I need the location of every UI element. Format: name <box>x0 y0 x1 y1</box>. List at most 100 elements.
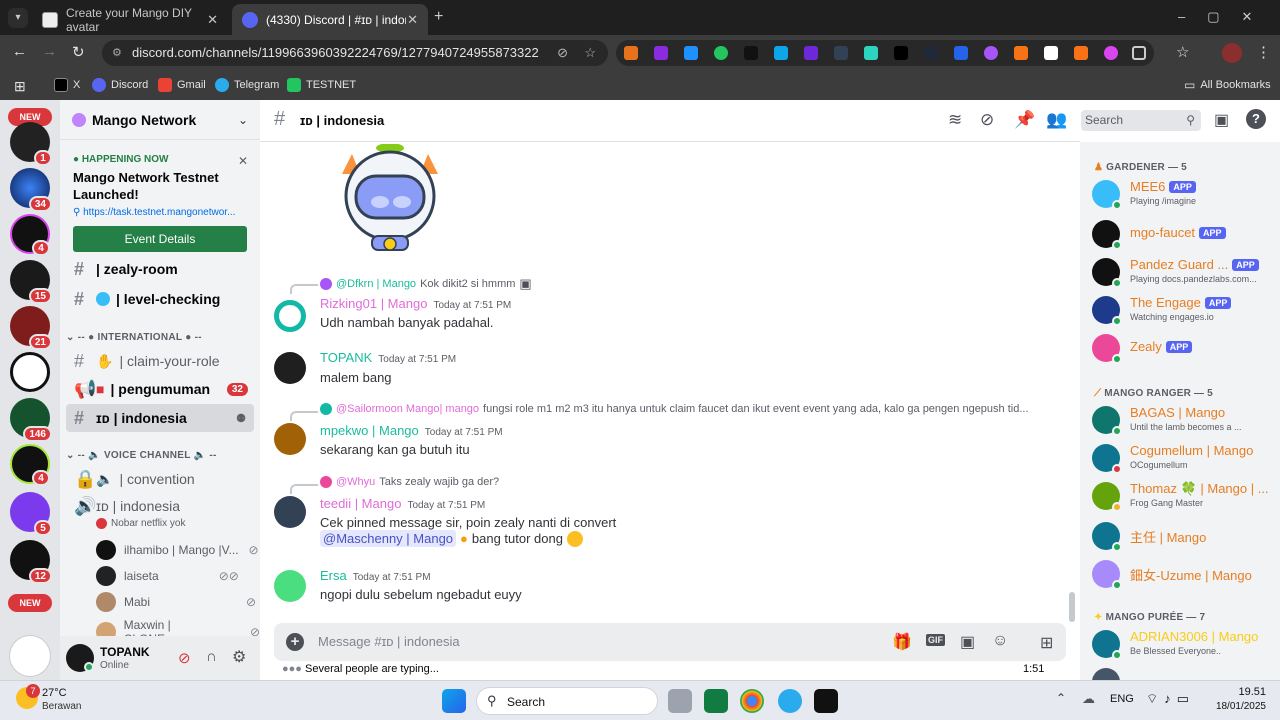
mic-muted-icon[interactable]: ⊘ <box>178 649 191 667</box>
reload-button[interactable]: ↻ <box>72 43 85 61</box>
bookmark-x[interactable]: X <box>54 78 80 92</box>
sticker-icon[interactable]: ▣ <box>960 632 975 652</box>
star-icon[interactable]: ☆ <box>584 40 596 66</box>
server-icon[interactable]: 12 <box>10 540 52 584</box>
voice-user[interactable]: laiseta ⊘⊘ <box>96 566 239 586</box>
member[interactable]: Zealy APP <box>1092 332 1276 368</box>
channel-indonesia-selected[interactable]: # ɪᴅ | indonesia ⚉ <box>66 404 254 432</box>
member[interactable]: Thomaz 🍀 | Mango | ... Frog Gang Master <box>1092 480 1276 516</box>
member[interactable]: ADRIAN3006 | Mango Be Blessed Everyone.. <box>1092 628 1276 664</box>
member[interactable]: Pandez Guard ... APP Playing docs.pandezla… <box>1092 256 1276 292</box>
apps-icon[interactable]: ⊞ <box>14 78 26 95</box>
member[interactable] <box>1092 666 1276 680</box>
system-tray-icons[interactable]: ⌔♪▭ <box>1146 691 1195 707</box>
scrollbar[interactable] <box>1069 592 1075 622</box>
message[interactable]: @Sailormoon Mango| mango fungsi role m1 m… <box>260 403 1060 463</box>
bookmark-discord[interactable]: Discord <box>92 78 148 92</box>
gear-icon[interactable]: ⚙ <box>232 647 246 667</box>
bookmark-star-icon[interactable]: ☆ <box>1176 43 1189 61</box>
member[interactable]: MEE6 APP Playing /imagine <box>1092 178 1276 214</box>
inbox-icon[interactable]: ▣ <box>1214 110 1229 130</box>
chevron-up-icon[interactable]: ⌃ <box>1056 691 1066 705</box>
server-icon[interactable]: 4 <box>10 444 50 486</box>
site-info-icon[interactable]: ⚙ <box>112 40 122 66</box>
member[interactable]: Cogumellum | Mango OCogumellum <box>1092 442 1276 478</box>
channel-claim-your-role[interactable]: # ✋ | claim-your-role <box>66 347 254 375</box>
extension-icon[interactable] <box>834 46 848 60</box>
voice-user[interactable]: Mabi ⊘ <box>96 592 256 612</box>
message-input[interactable]: Message #ɪᴅ | indonesia <box>318 634 460 649</box>
window-controls[interactable]: –▢✕ <box>1178 9 1274 25</box>
add-attachment-button[interactable]: + <box>286 633 304 651</box>
extension-icon[interactable] <box>924 46 938 60</box>
category-voice[interactable]: ⌄ -- 🔈 VOICE CHANNEL 🔈 -- <box>66 450 217 461</box>
extension-icon[interactable] <box>1014 46 1028 60</box>
back-button[interactable]: ← <box>12 43 27 60</box>
server-icon[interactable]: 15 <box>10 260 52 304</box>
emoji-picker-icon[interactable]: ☺ <box>992 632 1008 650</box>
cloud-icon[interactable]: ☁ <box>1082 691 1095 707</box>
extension-icon[interactable] <box>1104 46 1118 60</box>
tab-discord[interactable]: (4330) Discord | #ɪᴅ | indonesia ✕ <box>232 4 428 35</box>
reply-preview[interactable]: @Dfkrn | Mango Kok dikit2 si hmmm ▣ <box>320 276 532 292</box>
profile-avatar[interactable] <box>1222 43 1242 63</box>
voice-channel-convention[interactable]: 🔒 🔈 | convention <box>66 465 254 493</box>
extension-icon[interactable] <box>714 46 728 60</box>
task-view-icon[interactable] <box>668 689 692 713</box>
capcut-icon[interactable] <box>814 689 838 713</box>
extension-icon[interactable] <box>864 46 878 60</box>
discover-icon[interactable] <box>10 636 50 676</box>
gift-icon[interactable]: 🎁 <box>892 632 912 652</box>
new-tab-button[interactable]: + <box>434 8 443 26</box>
voice-channel-indonesia[interactable]: 🔊 ɪᴅ | indonesia <box>66 494 254 518</box>
server-icon[interactable]: 146 <box>10 398 52 442</box>
member-list-icon[interactable]: 👥 <box>1046 110 1067 130</box>
taskbar-search[interactable]: ⚲ Search <box>476 687 658 715</box>
extension-icon[interactable] <box>984 46 998 60</box>
extension-icon[interactable] <box>774 46 788 60</box>
event-link[interactable]: ⚲ https://task.testnet.mangonetwor... <box>73 207 247 218</box>
all-bookmarks[interactable]: ▭ All Bookmarks <box>1184 78 1271 92</box>
avatar[interactable] <box>274 496 306 528</box>
member[interactable]: 鈿女-Uzume | Mango <box>1092 558 1276 594</box>
address-bar[interactable]: ⚙ discord.com/channels/11996639603922247… <box>102 40 608 66</box>
server-icon[interactable]: 34 <box>10 168 52 212</box>
menu-icon[interactable]: ⋮ <box>1256 43 1271 61</box>
member[interactable]: mgo-faucet APP <box>1092 218 1276 254</box>
help-icon[interactable]: ? <box>1246 109 1266 129</box>
close-icon[interactable]: ✕ <box>238 154 248 168</box>
gif-button[interactable]: GIF <box>926 634 945 646</box>
server-icon[interactable]: 1 <box>10 122 52 166</box>
server-icon[interactable]: 4 <box>10 214 50 256</box>
windows-start-icon[interactable] <box>442 689 466 713</box>
voice-user[interactable]: ilhamibo | Mango |V... ⊘ <box>96 540 259 560</box>
extension-icon[interactable] <box>804 46 818 60</box>
channel-zealy-room[interactable]: # | zealy-room <box>66 258 254 280</box>
close-icon[interactable]: ✕ <box>207 12 218 28</box>
extension-icon[interactable] <box>954 46 968 60</box>
event-details-button[interactable]: Event Details <box>73 226 247 252</box>
reply-preview[interactable]: @Sailormoon Mango| mango fungsi role m1 m… <box>320 403 1029 415</box>
server-icon[interactable] <box>10 352 50 392</box>
extension-icon[interactable] <box>654 46 668 60</box>
headphones-icon[interactable]: ∩ <box>206 648 217 665</box>
excel-icon[interactable] <box>704 689 728 713</box>
puzzle-icon[interactable] <box>1132 46 1146 60</box>
extension-icon[interactable] <box>1074 46 1088 60</box>
channel-level-checking[interactable]: # | level-checking <box>66 285 254 313</box>
message[interactable]: TOPANK Today at 7:51 PM malem bang <box>260 350 1060 390</box>
server-icon[interactable]: 21 <box>10 306 52 350</box>
extension-icon[interactable] <box>1044 46 1058 60</box>
server-header[interactable]: Mango Network ⌄ <box>60 100 260 140</box>
apps-icon[interactable]: ⊞ <box>1040 633 1053 653</box>
avatar[interactable] <box>274 570 306 602</box>
threads-icon[interactable]: ≋ <box>948 110 962 130</box>
close-icon[interactable]: ✕ <box>407 12 418 28</box>
member[interactable]: BAGAS | Mango Until the lamb becomes a ..… <box>1092 404 1276 440</box>
forward-button[interactable]: → <box>42 43 57 60</box>
extension-icon[interactable] <box>894 46 908 60</box>
tab-mango-avatar[interactable]: Create your Mango DIY avatar ✕ <box>32 4 228 35</box>
avatar[interactable] <box>274 423 306 455</box>
eye-off-icon[interactable]: ⊘ <box>557 40 568 66</box>
message[interactable]: @Whyu Taks zealy wajib ga der? teedii | M… <box>260 476 1060 552</box>
